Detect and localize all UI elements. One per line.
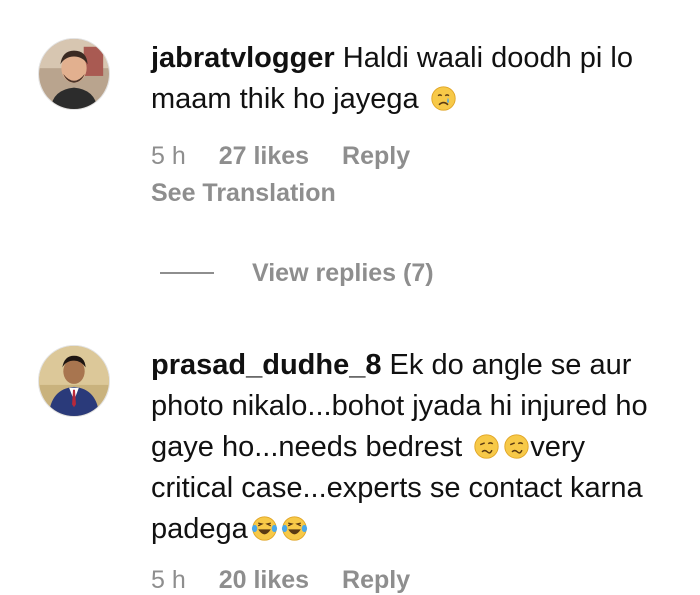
reply-button[interactable]: Reply: [342, 566, 410, 594]
comment-meta: 5 h 27 likes Reply: [151, 142, 436, 171]
woozy-face-icon: [503, 431, 530, 459]
avatar-photo: [39, 346, 109, 416]
avatar[interactable]: [38, 345, 110, 417]
avatar-photo: [39, 39, 109, 109]
comment-text: prasad_dudhe_8 Ek do angle se aur photo …: [151, 345, 671, 550]
comment-username[interactable]: prasad_dudhe_8: [151, 349, 381, 381]
comment-text: jabratvlogger Haldi waali doodh pi lo ma…: [151, 38, 671, 120]
replies-divider: [160, 272, 214, 274]
comment-meta: 5 h 20 likes Reply: [151, 566, 436, 595]
laughing-tears-icon: [281, 513, 308, 541]
laughing-tears-icon: [251, 513, 278, 541]
see-translation-button[interactable]: See Translation: [151, 179, 336, 208]
likes-count[interactable]: 27 likes: [219, 142, 309, 170]
comment-username[interactable]: jabratvlogger: [151, 42, 335, 74]
view-replies-button[interactable]: View replies (7): [160, 255, 434, 291]
reply-button[interactable]: Reply: [342, 142, 410, 170]
view-replies-label: View replies (7): [252, 258, 434, 287]
likes-count[interactable]: 20 likes: [219, 566, 309, 594]
woozy-face-icon: [473, 431, 500, 459]
comment-time: 5 h: [151, 142, 186, 170]
crying-face-icon: [430, 83, 457, 111]
avatar[interactable]: [38, 38, 110, 110]
comment-time: 5 h: [151, 566, 186, 594]
